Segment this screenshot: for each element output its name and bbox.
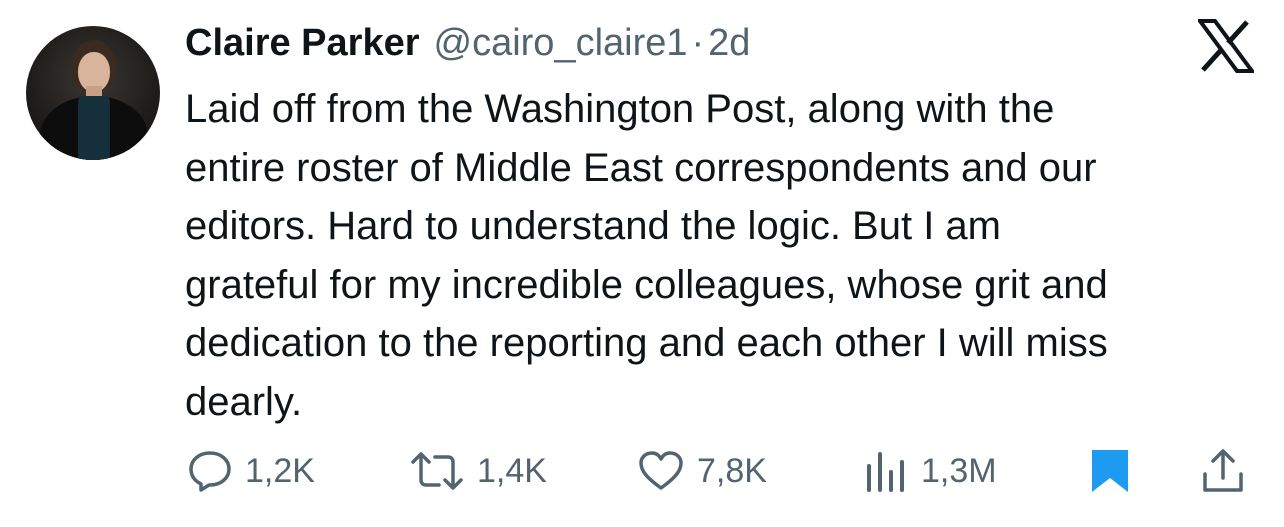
reply-count: 1,2K bbox=[245, 451, 315, 490]
tweet-text-line: Laid off from the Washington Post, along… bbox=[185, 87, 1055, 131]
share-button[interactable] bbox=[1200, 448, 1246, 494]
avatar[interactable] bbox=[26, 26, 160, 160]
tweet-text-line: entire roster of Middle East corresponde… bbox=[185, 145, 1097, 190]
author-name[interactable]: Claire Parker bbox=[185, 22, 420, 65]
bookmark-icon bbox=[1092, 450, 1128, 492]
repost-count: 1,4K bbox=[477, 451, 547, 490]
x-logo-icon[interactable] bbox=[1198, 19, 1254, 73]
bookmark-button[interactable] bbox=[1090, 448, 1130, 494]
avatar-shirt bbox=[78, 96, 110, 160]
like-button[interactable]: 7,8K bbox=[637, 448, 767, 494]
tweet-text-line: dedication to the reporting and each oth… bbox=[185, 321, 1108, 365]
tweet-header: Claire Parker @cairo_claire1 · 2d bbox=[185, 22, 750, 72]
views-count: 1,3M bbox=[921, 451, 997, 490]
reply-icon bbox=[189, 451, 231, 492]
tweet-time[interactable]: 2d bbox=[708, 22, 750, 65]
tweet-text: Laid off from the Washington Post, along… bbox=[185, 80, 1255, 431]
tweet-text-line: dearly. bbox=[185, 379, 303, 424]
tweet-text-line: editors. Hard to understand the logic. B… bbox=[185, 204, 1001, 248]
views-button[interactable]: 1,3M bbox=[863, 448, 997, 494]
views-icon bbox=[867, 452, 904, 492]
reply-button[interactable]: 1,2K bbox=[187, 448, 315, 494]
share-icon bbox=[1203, 449, 1243, 492]
repost-button[interactable]: 1,4K bbox=[409, 448, 547, 494]
separator-dot: · bbox=[691, 22, 705, 64]
tweet-text-line: grateful for my incredible colleagues, w… bbox=[185, 262, 1108, 307]
action-bar: 1,2K 1,4K 7,8K 1,3M bbox=[0, 440, 1284, 500]
like-count: 7,8K bbox=[697, 451, 767, 490]
repost-icon bbox=[411, 452, 463, 490]
author-handle[interactable]: @cairo_claire1 bbox=[434, 22, 688, 65]
heart-icon bbox=[639, 451, 683, 490]
